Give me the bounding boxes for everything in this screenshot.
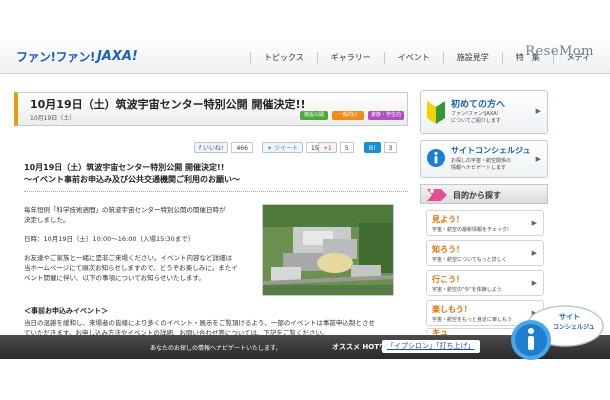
floating-concierge-line1: サイト <box>559 313 580 321</box>
nav-topics[interactable]: トピックス <box>250 52 317 64</box>
nav-gallery[interactable]: ギャラリー <box>316 52 384 64</box>
site-concierge-card[interactable]: サイトコンシェルジュ お探しの宇宙・航空関係の 情報へナビゲートします ▶ <box>420 140 548 178</box>
facebook-like: f いいね! 466 <box>194 142 253 153</box>
date-paragraph: 日時：10月19日（土）10:00〜16:00（入場15:30まで） <box>24 235 195 243</box>
chevron-right-icon: ▶ <box>535 107 541 115</box>
chevron-right-icon: ▶ <box>531 249 537 257</box>
explore-item-watch[interactable]: 見よう！ 宇宙・航空の最新情報をチェック! ▶ <box>426 210 544 236</box>
article-title-box: 10月19日（土）筑波宇宙センター特別公開 開催決定!! 10月19日（土） 施… <box>14 92 408 126</box>
first-visit-card[interactable]: 初めての方へ ファン!ファン!JAXA! についてご紹介します ▶ <box>420 90 548 134</box>
nav-facility-tour[interactable]: 施設見学 <box>442 52 502 64</box>
pink-ribbon-icon <box>427 187 447 207</box>
notice-paragraph: お友達やご家族と一緒に是非ご来場ください。イベント内容など詳細は 当ホームページ… <box>24 254 238 282</box>
subheading-line-2: ～イベント事前お申込み及び公共交通機関ご利用のお願い～ <box>24 175 240 184</box>
tag-family-student[interactable]: 家族・学生向 <box>368 111 404 120</box>
explore-by-purpose-header: 目的から探す <box>420 184 548 204</box>
floating-concierge-line2: コンシェルジュ <box>553 324 595 331</box>
article-subheading: 10月19日（土）筑波宇宙センター特別公開 開催決定!! ～イベント事前お申込み… <box>24 162 408 192</box>
chevron-right-icon: ▶ <box>531 219 537 227</box>
facebook-like-count: 466 <box>231 142 253 153</box>
site-logo[interactable]: ファン!ファン! JAXA! <box>16 45 138 67</box>
intro-paragraph: 毎年恒例「科学技術週間」の筑波宇宙センター特別公開の開催日時が 決定しました。 <box>24 206 226 224</box>
floating-concierge-button[interactable]: サイト コンシェルジュ <box>505 300 605 364</box>
event-section-heading: ＜事前お申込みイベント＞ <box>24 307 108 315</box>
twitter-bird-icon: ✦ <box>267 145 274 152</box>
hatena-bookmark: B! 3 <box>364 142 398 153</box>
tweet-button[interactable]: ✦ ツイート <box>262 142 303 153</box>
facebook-like-button[interactable]: f いいね! <box>194 142 229 153</box>
chevron-right-icon: ▶ <box>535 155 541 163</box>
explore-title: 目的から探す <box>453 191 501 200</box>
google-plus: +1 5 <box>318 142 354 153</box>
tag-facility-open[interactable]: 施設公開 <box>300 111 328 120</box>
page-title: 10月19日（土）筑波宇宙センター特別公開 開催決定!! <box>30 98 306 111</box>
nav-event[interactable]: イベント <box>383 52 443 64</box>
beginner-mark-icon <box>426 99 446 129</box>
hatena-bookmark-button[interactable]: B! <box>364 142 381 153</box>
article-date: 10月19日（土） <box>30 115 76 122</box>
hatena-bookmark-count: 3 <box>383 142 398 153</box>
first-visit-title: 初めての方へ <box>451 100 506 110</box>
explore-item-visit[interactable]: 行こう！ 宇宙・航空の"今"を体験しよう ▶ <box>426 270 544 296</box>
bottom-bar-message: あなたのお探しの情報へナビゲートいたします。 <box>150 345 282 352</box>
chevron-right-icon: ▶ <box>531 279 537 287</box>
google-plus-button[interactable]: +1 <box>318 142 337 153</box>
info-icon <box>426 148 446 172</box>
first-visit-desc: ファン!ファン!JAXA! についてご紹介します <box>451 111 501 124</box>
concierge-desc: お探しの宇宙・航空関係の 情報へナビゲートします <box>451 158 512 171</box>
logo-jaxa: JAXA! <box>96 48 138 64</box>
google-plus-count: 5 <box>339 142 354 153</box>
concierge-title: サイトコンシェルジュ <box>451 146 531 155</box>
logo-text: ファン!ファン! <box>16 49 95 64</box>
explore-item-learn[interactable]: 知ろう！ 宇宙・航空についてもっと詳しく ▶ <box>426 240 544 266</box>
tag-general[interactable]: 一般向け <box>332 111 364 120</box>
hot-words-link[interactable]: 「イプシロン」「打ち上げ」 <box>382 340 480 353</box>
watermark: ReseMom <box>525 44 594 59</box>
tsukuba-center-aerial-photo <box>262 204 394 296</box>
subheading-line-1: 10月19日（土）筑波宇宙センター特別公開 開催決定!! <box>24 163 225 172</box>
